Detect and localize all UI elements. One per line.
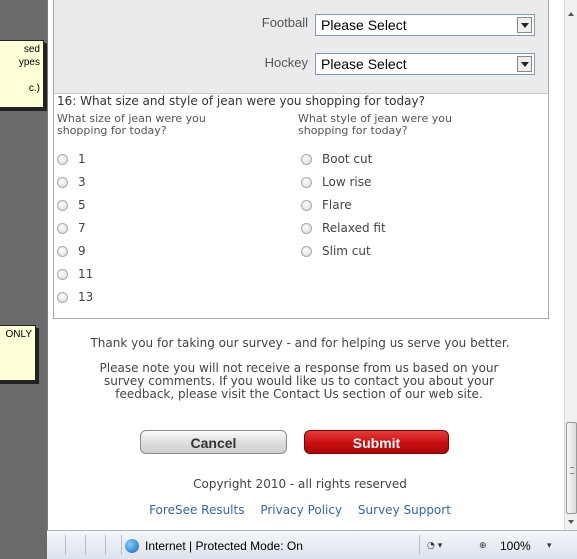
chevron-down-icon[interactable] xyxy=(517,56,532,72)
size-option-11[interactable]: 11 xyxy=(57,267,93,281)
style-option-label: Relaxed fit xyxy=(322,221,386,235)
cancel-button[interactable]: Cancel xyxy=(140,430,287,454)
hockey-select[interactable]: Please Select xyxy=(315,53,535,75)
status-cell xyxy=(67,535,86,555)
style-option-low-rise[interactable]: Low rise xyxy=(301,175,371,189)
thank-you-message: Thank you for taking our survey - and fo… xyxy=(90,336,510,350)
size-option-label: 9 xyxy=(78,244,86,258)
size-option-13[interactable]: 13 xyxy=(57,290,93,304)
scroll-down-icon[interactable] xyxy=(568,520,574,524)
size-option-label: 5 xyxy=(78,198,86,212)
size-option-label: 7 xyxy=(78,221,86,235)
size-option-label: 13 xyxy=(78,290,94,304)
style-option-flare[interactable]: Flare xyxy=(301,198,352,212)
scrollbar-thumb[interactable] xyxy=(566,422,577,514)
football-select[interactable]: Please Select xyxy=(315,14,535,36)
response-notice: Please note you will not receive a respo… xyxy=(80,362,518,401)
chevron-down-icon[interactable] xyxy=(517,17,532,33)
size-option-3[interactable]: 3 xyxy=(57,175,86,189)
size-option-7[interactable]: 7 xyxy=(57,221,86,235)
size-option-9[interactable]: 9 xyxy=(57,244,86,258)
note-line: c.) xyxy=(28,83,40,94)
annotation-note-bottom: ONLY xyxy=(0,325,36,381)
size-question-label: What size of jean were you shopping for … xyxy=(57,113,206,137)
survey-support-link[interactable]: Survey Support xyxy=(358,503,451,517)
size-option-label: 11 xyxy=(78,267,94,281)
radio-button[interactable] xyxy=(301,199,312,211)
hockey-label: Hockey xyxy=(264,55,308,70)
size-option-1[interactable]: 1 xyxy=(57,152,86,166)
note-line: ONLY xyxy=(5,329,33,340)
style-option-label: Low rise xyxy=(322,175,372,189)
radio-button[interactable] xyxy=(301,222,312,234)
style-option-label: Flare xyxy=(322,198,352,212)
note-line: sed xyxy=(23,44,40,55)
size-option-label: 1 xyxy=(78,152,86,166)
notice-line: feedback, please visit the Contact Us se… xyxy=(115,387,483,401)
style-option-label: Slim cut xyxy=(322,244,371,258)
radio-button[interactable] xyxy=(57,245,68,257)
zoom-icon[interactable]: ⊕ xyxy=(479,541,487,551)
size-option-label: 3 xyxy=(78,175,86,189)
radio-button[interactable] xyxy=(57,268,68,280)
style-label-line: shopping for today? xyxy=(298,124,408,137)
radio-button[interactable] xyxy=(57,153,68,165)
annotation-note-top: sed ypes c.) xyxy=(0,40,44,108)
status-cell xyxy=(409,535,420,555)
football-select-value: Please Select xyxy=(321,17,407,33)
radio-button[interactable] xyxy=(57,222,68,234)
foresee-results-link[interactable]: ForeSee Results xyxy=(149,503,244,517)
radio-button[interactable] xyxy=(57,199,68,211)
security-zone-text: Internet | Protected Mode: On xyxy=(145,539,303,553)
style-option-label: Boot cut xyxy=(322,152,373,166)
page: sed ypes c.) ONLY Football Please Select… xyxy=(0,0,577,559)
grip-icon xyxy=(570,467,574,474)
status-cell xyxy=(47,535,66,555)
scroll-up-icon[interactable] xyxy=(568,12,574,16)
radio-button[interactable] xyxy=(301,245,312,257)
style-option-slim-cut[interactable]: Slim cut xyxy=(301,244,371,258)
note-line: ypes xyxy=(18,57,40,68)
football-label: Football xyxy=(261,15,308,30)
vertical-scrollbar[interactable] xyxy=(564,0,577,530)
size-label-line: shopping for today? xyxy=(57,124,167,137)
radio-button[interactable] xyxy=(57,291,68,303)
globe-icon xyxy=(125,539,139,553)
radio-button[interactable] xyxy=(301,153,312,165)
style-option-boot-cut[interactable]: Boot cut xyxy=(301,152,372,166)
status-bar: Internet | Protected Mode: On ◔ ▾ ⊕ 100%… xyxy=(47,530,577,559)
status-cell xyxy=(107,535,122,555)
size-option-5[interactable]: 5 xyxy=(57,198,86,212)
protected-mode-icon[interactable]: ◔ ▾ xyxy=(427,541,442,551)
radio-button[interactable] xyxy=(57,176,68,188)
style-option-relaxed-fit[interactable]: Relaxed fit xyxy=(301,221,386,235)
zoom-level[interactable]: 100% xyxy=(500,539,531,553)
hockey-select-value: Please Select xyxy=(321,56,407,72)
privacy-policy-link[interactable]: Privacy Policy xyxy=(260,503,342,517)
note-line xyxy=(0,69,40,82)
footer-links: ForeSee Results Privacy Policy Survey Su… xyxy=(53,503,547,517)
copyright: Copyright 2010 - all rights reserved xyxy=(193,477,407,491)
submit-button[interactable]: Submit xyxy=(304,430,449,454)
style-question-label: What style of jean were you shopping for… xyxy=(298,113,452,137)
status-cell xyxy=(87,535,106,555)
question-title: 16: What size and style of jean were you… xyxy=(57,94,425,108)
chevron-down-icon[interactable]: ▾ xyxy=(547,541,552,551)
radio-button[interactable] xyxy=(301,176,312,188)
